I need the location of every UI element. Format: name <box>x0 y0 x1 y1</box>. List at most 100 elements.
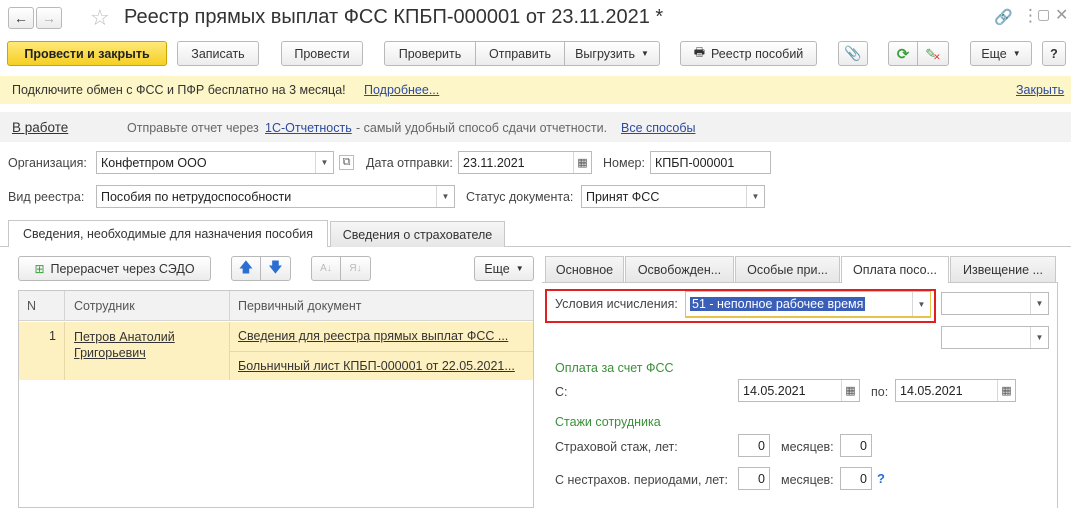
employee-link[interactable]: Петров Анатолий Григорьевич <box>74 329 224 361</box>
left-more-button[interactable]: Еще ▼ <box>474 256 534 281</box>
status-text-after: - самый удобный способ сдачи отчетности. <box>356 121 608 135</box>
col-divider <box>64 322 65 380</box>
star-icon[interactable]: ☆ <box>90 5 110 31</box>
sort-asc-icon: A↓ <box>320 263 332 274</box>
attach-button[interactable]: 📎 <box>838 41 868 66</box>
col-n[interactable]: N <box>27 299 36 313</box>
close-icon[interactable]: ✕ <box>1055 5 1068 25</box>
banner-close-link[interactable]: Закрыть <box>1016 83 1064 97</box>
calendar-icon[interactable]: ▦ <box>997 380 1015 401</box>
extra-select-2[interactable]: ▼ <box>941 326 1049 349</box>
col-divider <box>64 291 65 321</box>
dropdown-arrow-icon[interactable]: ▼ <box>315 152 333 173</box>
tab-notice[interactable]: Извещение ... <box>950 256 1056 282</box>
send-date-field[interactable]: 23.11.2021 ▦ <box>458 151 592 174</box>
dropdown-arrow-icon[interactable]: ▼ <box>1030 327 1048 348</box>
arrow-up-icon: 🡅 <box>238 258 254 275</box>
dropdown-arrow-icon[interactable]: ▼ <box>912 292 930 316</box>
number-field[interactable]: КПБП-000001 <box>650 151 771 174</box>
noninsured-months-field[interactable]: 0 <box>840 467 872 490</box>
forward-button[interactable]: → <box>36 7 62 29</box>
dropdown-arrow-icon[interactable]: ▼ <box>746 186 764 207</box>
open-icon[interactable]: ⧉ <box>339 155 354 170</box>
number-label: Номер: <box>603 156 645 170</box>
months-label-2: месяцев: <box>781 473 834 487</box>
export-label: Выгрузить <box>575 46 635 61</box>
tab-exemption[interactable]: Освобожден... <box>625 256 734 282</box>
status-text-before: Отправьте отчет через <box>127 121 259 135</box>
sort-asc-button[interactable]: A↓ <box>311 256 341 281</box>
chevron-down-icon: ▼ <box>640 49 649 58</box>
employees-table: N Сотрудник Первичный документ 1 Петров … <box>18 290 534 508</box>
move-up-button[interactable]: 🡅 <box>231 256 261 281</box>
tab-main[interactable]: Основное <box>545 256 624 282</box>
send-date-label: Дата отправки: <box>366 156 453 170</box>
status-link[interactable]: В работе <box>12 120 68 135</box>
tab-benefit-info[interactable]: Сведения, необходимые для назначения пос… <box>8 220 328 247</box>
edit-button[interactable]: ✎ ✕ <box>917 41 949 66</box>
insurance-months-field[interactable]: 0 <box>840 434 872 457</box>
from-date-field[interactable]: 14.05.2021 ▦ <box>738 379 860 402</box>
dropdown-arrow-icon[interactable]: ▼ <box>1030 293 1048 314</box>
move-down-button[interactable]: 🡇 <box>260 256 291 281</box>
dropdown-arrow-icon[interactable]: ▼ <box>436 186 454 207</box>
chevron-down-icon: ▼ <box>1012 49 1021 58</box>
org-field[interactable]: Конфетпром ООО ▼ <box>96 151 334 174</box>
registry-type-field[interactable]: Пособия по нетрудоспособности ▼ <box>96 185 455 208</box>
calc-conditions-label: Условия исчисления: <box>555 297 678 311</box>
maximize-icon[interactable]: ▢ <box>1037 6 1050 23</box>
registry-benefits-button[interactable]: 🖶 Реестр пособий <box>680 41 817 66</box>
extra-select-1[interactable]: ▼ <box>941 292 1049 315</box>
post-and-close-button[interactable]: Провести и закрыть <box>7 41 167 66</box>
tab-payment[interactable]: Оплата посо... <box>841 256 949 283</box>
org-label: Организация: <box>8 156 87 170</box>
registry-type-label: Вид реестра: <box>8 190 85 204</box>
insurance-exp-label: Страховой стаж, лет: <box>555 440 678 454</box>
calc-conditions-field[interactable]: 51 - неполное рабочее время ▼ <box>685 291 931 318</box>
service-link[interactable]: 1С-Отчетность <box>265 121 352 135</box>
banner-more-link[interactable]: Подробнее... <box>364 83 439 97</box>
arrow-down-icon: 🡇 <box>268 258 283 275</box>
right-panel-border <box>1057 282 1058 508</box>
send-button[interactable]: Отправить <box>475 41 565 66</box>
sort-desc-button[interactable]: Я↓ <box>340 256 371 281</box>
save-button[interactable]: Записать <box>177 41 259 66</box>
title-bar: ← → ☆ Реестр прямых выплат ФСС КПБП-0000… <box>0 0 1071 36</box>
post-button[interactable]: Провести <box>281 41 363 66</box>
doc-link-1[interactable]: Сведения для реестра прямых выплат ФСС .… <box>238 329 508 343</box>
col-divider <box>229 291 230 321</box>
status-row: В работе Отправьте отчет через 1С-Отчетн… <box>0 112 1071 142</box>
more-button[interactable]: Еще ▼ <box>970 41 1032 66</box>
back-button[interactable]: ← <box>8 7 34 29</box>
to-label: по: <box>871 385 889 399</box>
calc-conditions-value: 51 - неполное рабочее время <box>690 297 866 311</box>
link-icon[interactable]: 🔗 <box>994 8 1013 26</box>
calendar-icon[interactable]: ▦ <box>841 380 859 401</box>
to-date-field[interactable]: 14.05.2021 ▦ <box>895 379 1016 402</box>
col-employee[interactable]: Сотрудник <box>74 299 135 313</box>
export-button[interactable]: Выгрузить ▼ <box>564 41 660 66</box>
registry-benefits-label: Реестр пособий <box>711 46 804 61</box>
doc-status-value: Принят ФСС <box>586 189 660 204</box>
chevron-down-icon: ▼ <box>515 264 524 273</box>
refresh-button[interactable]: ⟳ <box>888 41 918 66</box>
insurance-years-value: 0 <box>758 438 765 453</box>
noninsured-years-field[interactable]: 0 <box>738 467 770 490</box>
calendar-icon[interactable]: ▦ <box>573 152 591 173</box>
registry-type-value: Пособия по нетрудоспособности <box>101 189 292 204</box>
help-question-icon[interactable]: ? <box>877 471 885 486</box>
tab-special[interactable]: Особые при... <box>735 256 840 282</box>
noninsured-label: С нестрахов. периодами, лет: <box>555 473 729 487</box>
doc-status-field[interactable]: Принят ФСС ▼ <box>581 185 765 208</box>
printer-icon: 🖶 <box>693 45 706 59</box>
all-ways-link[interactable]: Все способы <box>621 121 695 135</box>
recalc-sedo-button[interactable]: ⊞ Перерасчет через СЭДО <box>18 256 211 281</box>
tab-insurer-info[interactable]: Сведения о страхователе <box>330 221 505 247</box>
col-primary-doc[interactable]: Первичный документ <box>238 299 362 313</box>
table-row[interactable]: 1 Петров Анатолий Григорьевич Сведения д… <box>19 322 533 380</box>
doc-link-2[interactable]: Больничный лист КПБП-000001 от 22.05.202… <box>238 359 515 373</box>
check-button[interactable]: Проверить <box>384 41 476 66</box>
to-date-value: 14.05.2021 <box>900 383 963 398</box>
insurance-years-field[interactable]: 0 <box>738 434 770 457</box>
help-button[interactable]: ? <box>1042 41 1066 66</box>
